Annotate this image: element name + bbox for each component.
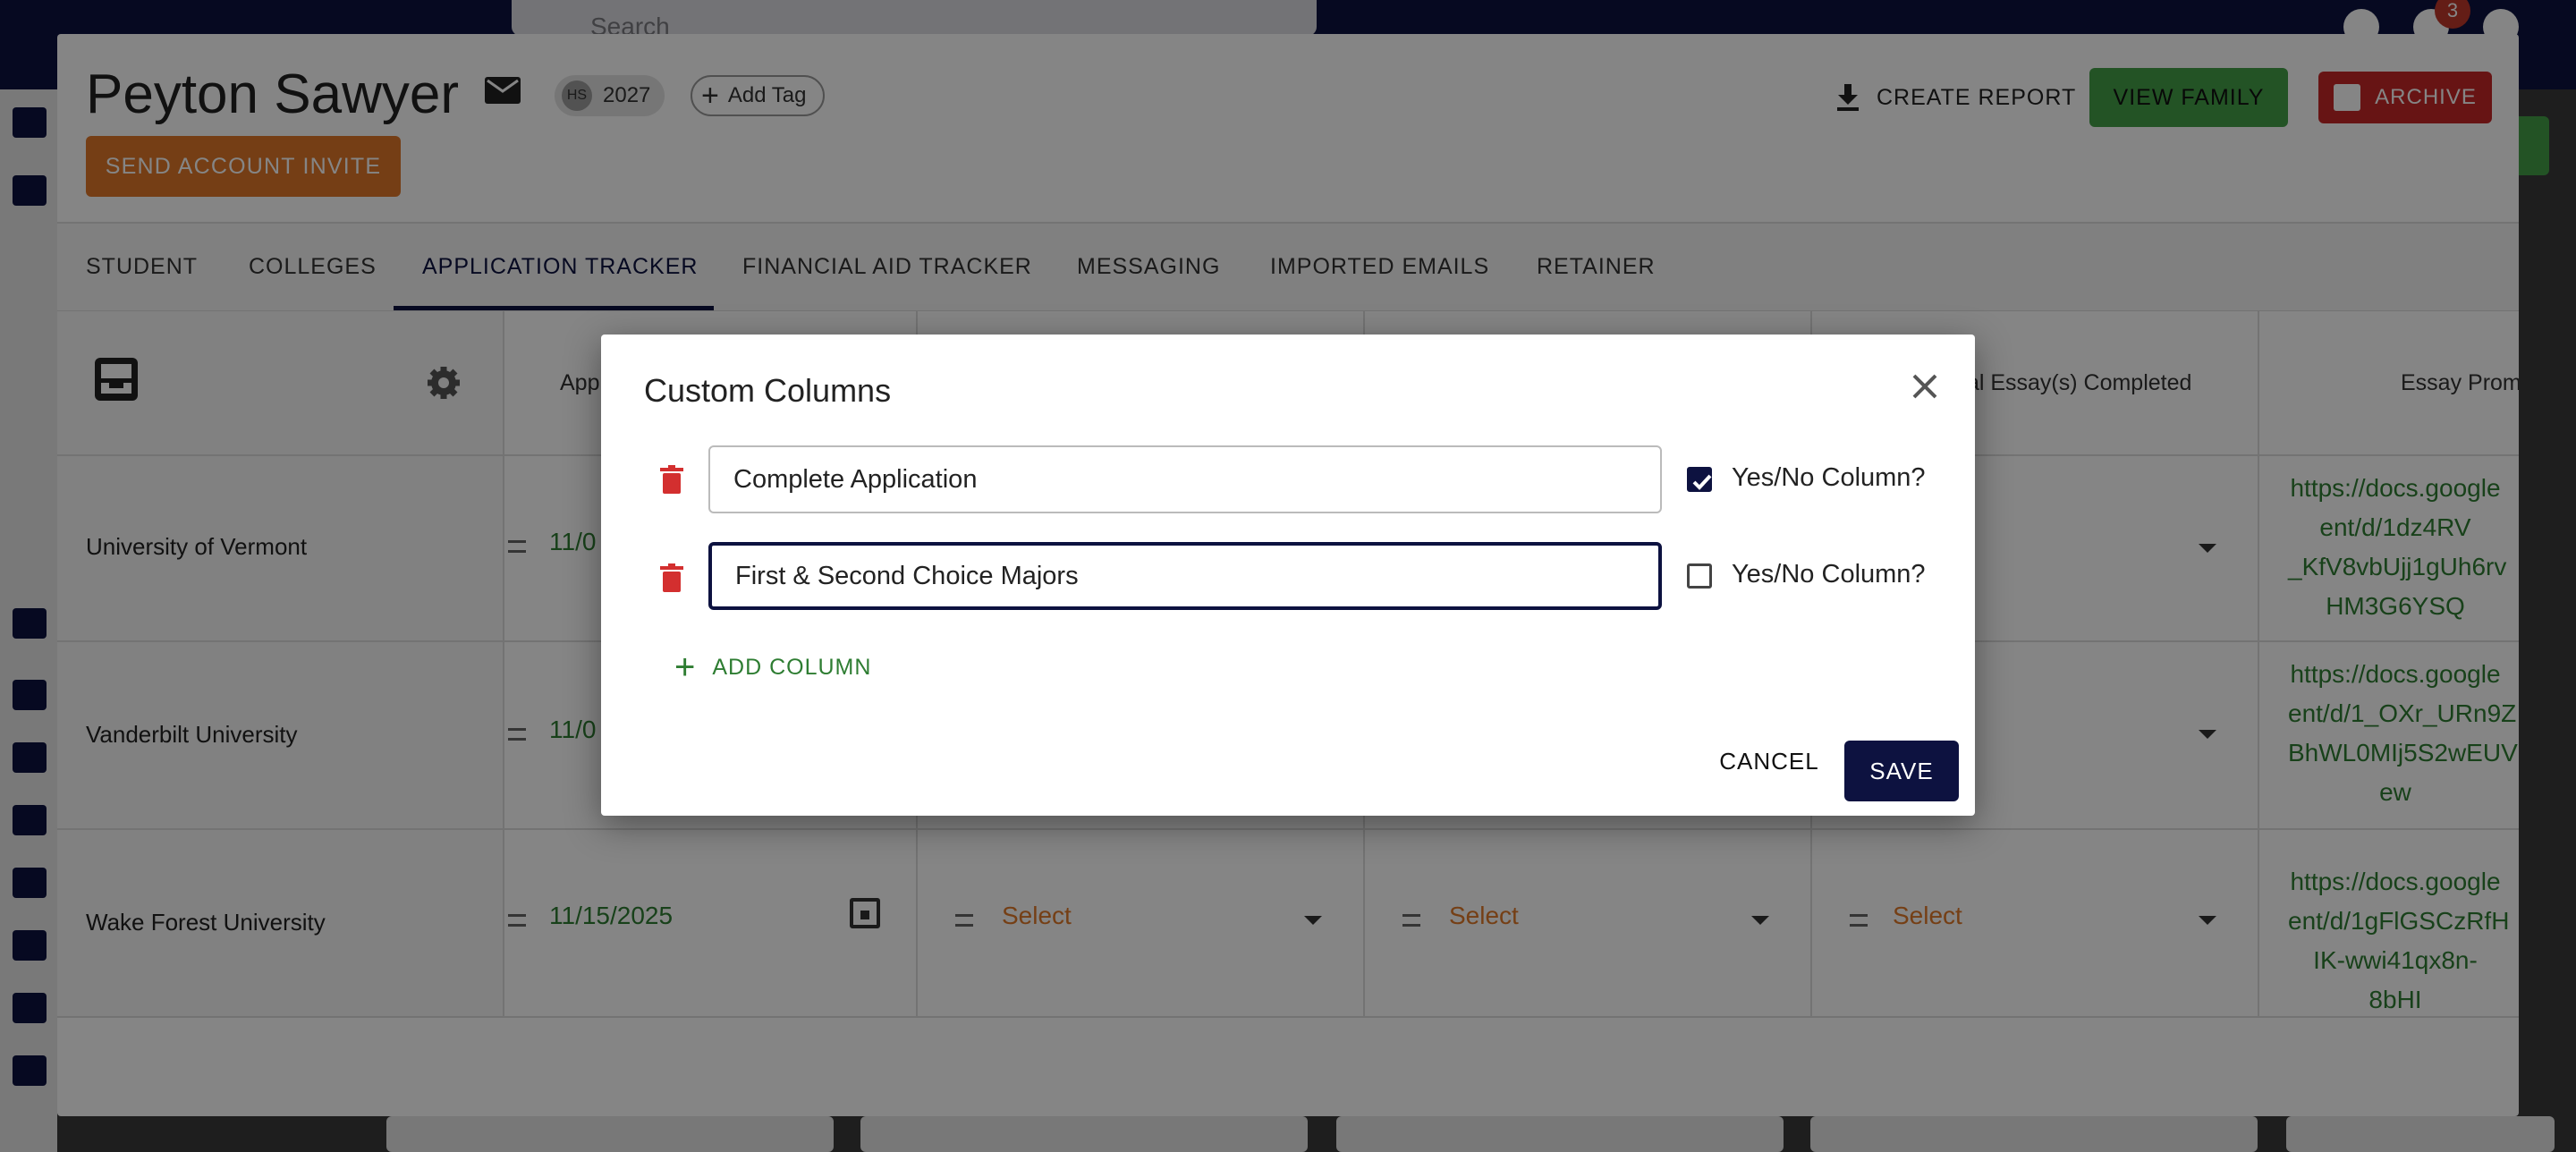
yes-no-checkbox[interactable] [1687,563,1712,589]
delete-icon[interactable] [660,465,683,494]
plus-icon: + [674,648,697,687]
dialog-title: Custom Columns [644,372,892,409]
delete-icon[interactable] [660,563,683,592]
close-icon[interactable] [1909,370,1941,402]
custom-columns-dialog: Custom Columns Yes/No Column? Yes/No Col… [601,335,1975,816]
column-name-input[interactable] [708,542,1662,610]
yes-no-label: Yes/No Column? [1732,560,1926,589]
add-column-label: ADD COLUMN [712,654,872,680]
cancel-button[interactable]: CANCEL [1716,739,1823,784]
yes-no-checkbox[interactable] [1687,467,1712,492]
yes-no-label: Yes/No Column? [1732,463,1926,492]
save-button[interactable]: SAVE [1844,741,1959,801]
check-icon [1692,474,1712,490]
add-column-button[interactable]: + ADD COLUMN [674,649,871,685]
column-name-input[interactable] [708,445,1662,513]
